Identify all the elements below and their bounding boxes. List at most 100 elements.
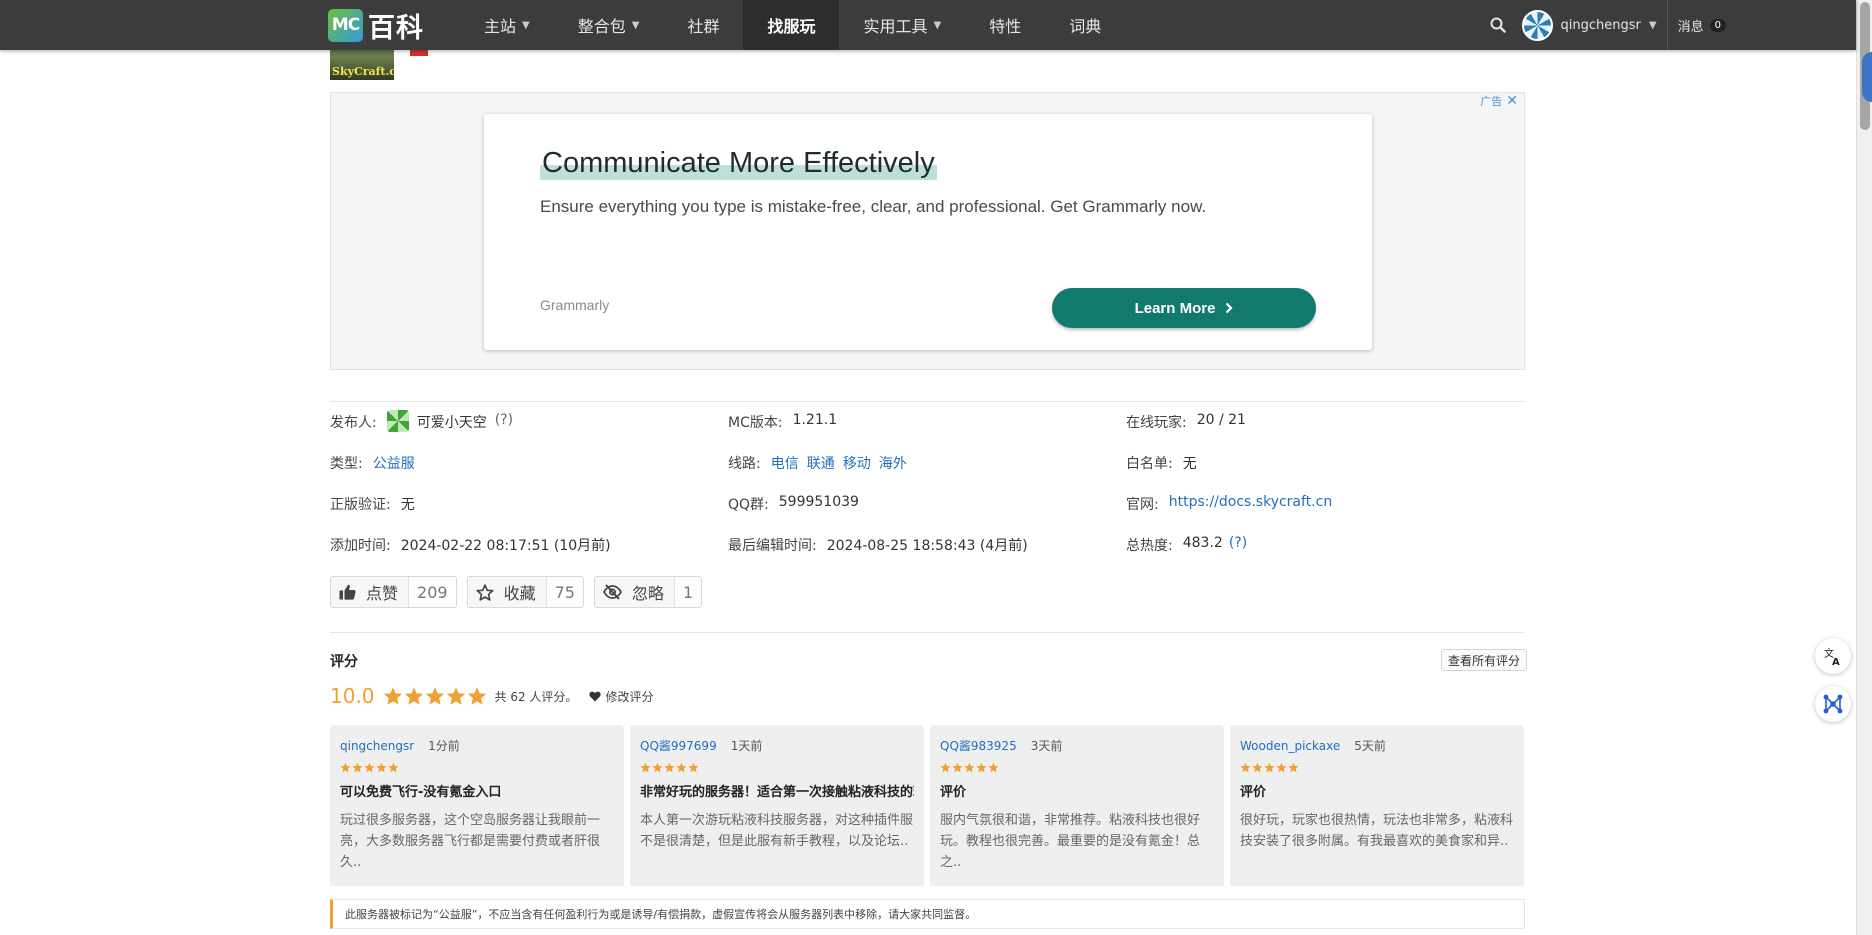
info-mc-version: MC版本: 1.21.1 [728, 412, 1126, 453]
rating-stars [383, 686, 487, 706]
view-all-ratings-button[interactable]: 查看所有评分 [1441, 649, 1528, 671]
heat-help[interactable]: (?) [1229, 535, 1247, 551]
nav-item-community[interactable]: 社群 [663, 0, 743, 50]
heart-icon [589, 691, 602, 701]
review-author[interactable]: QQ酱997699 [640, 737, 717, 754]
info-premium: 正版验证: 无 [330, 494, 728, 535]
star-icon [376, 762, 387, 773]
star-icon [664, 762, 675, 773]
info-website: 官网: https://docs.skycraft.cn [1126, 494, 1524, 535]
chevron-down-icon: ▼ [933, 19, 942, 31]
edit-rating-label: 修改评分 [605, 689, 654, 704]
close-icon[interactable]: ✕ [1506, 93, 1518, 109]
line-link-telecom[interactable]: 电信 [771, 453, 799, 473]
ignore-label: 忽略 [631, 584, 664, 603]
ad-badge[interactable]: 广告 ✕ [1480, 93, 1518, 109]
star-icon [640, 762, 651, 773]
ignore-count: 1 [682, 582, 694, 602]
messages-button[interactable]: 消息 0 [1666, 0, 1736, 50]
network-icon [1823, 694, 1843, 714]
review-author[interactable]: qingchengsr [340, 739, 414, 753]
review-stars [940, 762, 1214, 773]
line-link-overseas[interactable]: 海外 [879, 453, 907, 473]
translate-button[interactable]: 文A [1815, 638, 1851, 674]
nav-item-tools[interactable]: 实用工具 ▼ [839, 0, 965, 50]
info-heat: 总热度: 483.2 (?) [1126, 535, 1524, 576]
thumbs-up-icon [339, 584, 356, 600]
star-icon [364, 762, 375, 773]
logo-text: 百科 [368, 12, 424, 44]
line-link-mobile[interactable]: 移动 [843, 453, 871, 473]
ad-headline: Communicate More Effectively [540, 147, 937, 180]
site-logo[interactable]: MC 百科 [328, 7, 424, 44]
ad-badge-label: 广告 [1480, 95, 1503, 108]
review-header: QQ酱983925 3天前 [940, 737, 1214, 754]
server-info-grid: 发布人: 可爱小天空 (?) MC版本: 1.21.1 在线玩家: 20 / 2… [330, 410, 1525, 576]
advertisement: 广告 ✕ Communicate More Effectively Ensure… [330, 92, 1525, 370]
star-icon [988, 762, 999, 773]
nav-right: qingchengsr ▼ 消息 0 [1478, 0, 1736, 50]
info-added-time: 添加时间: 2024-02-22 08:17:51 (10月前) [330, 535, 728, 576]
ignore-button-main[interactable]: 忽略 [594, 577, 675, 607]
info-label: 线路: [728, 456, 761, 472]
review-card[interactable]: qingchengsr 1分前 可以免费飞行-没有氪金入口 玩过很多服务器，这个… [330, 725, 624, 886]
nav-item-label: 找服玩 [767, 17, 816, 36]
review-card[interactable]: Wooden_pickaxe 5天前 评价 很好玩，玩家也很热情，玩法也非常多，… [1230, 725, 1524, 886]
review-card[interactable]: QQ酱997699 1天前 非常好玩的服务器！适合第一次接触粘液科技的玩家 本人… [630, 725, 924, 886]
nav-item-dictionary[interactable]: 词典 [1045, 0, 1125, 50]
info-row: 添加时间: 2024-02-22 08:17:51 (10月前) 最后编辑时间:… [330, 535, 1525, 576]
nav-item-label: 特性 [989, 17, 1022, 36]
user-menu[interactable]: qingchengsr ▼ [1518, 0, 1667, 50]
chevron-down-icon: ▼ [631, 19, 640, 31]
publisher-help[interactable]: (?) [495, 412, 513, 428]
messages-count-badge: 0 [1709, 18, 1726, 32]
ad-learn-more-button[interactable]: Learn More [1052, 288, 1316, 328]
type-link[interactable]: 公益服 [373, 453, 415, 473]
nav-item-main-site[interactable]: 主站 ▼ [460, 0, 554, 50]
rating-summary: 10.0 共 62 人评分。 修改评分 [330, 684, 653, 708]
info-label: 添加时间: [330, 538, 391, 554]
star-icon [1240, 762, 1251, 773]
nav-item-modpacks[interactable]: 整合包 ▼ [554, 0, 664, 50]
network-button[interactable] [1815, 686, 1851, 722]
info-whitelist: 白名单: 无 [1126, 453, 1524, 494]
nav-item-label: 整合包 [577, 17, 626, 36]
star-icon [404, 687, 423, 705]
svg-text:A: A [1832, 657, 1840, 666]
review-card[interactable]: QQ酱983925 3天前 评价 服内气氛很和谐，非常推荐。粘液科技也很好玩。教… [930, 725, 1224, 886]
info-label: 官网: [1126, 497, 1159, 513]
ad-card[interactable]: Communicate More Effectively Ensure ever… [484, 114, 1372, 350]
review-body: 本人第一次游玩粘液科技服务器，对这种插件服不是很清楚，但是此服有新手教程，以及论… [640, 813, 914, 849]
nav-item-features[interactable]: 特性 [965, 0, 1045, 50]
review-body: 服内气氛很和谐，非常推荐。粘液科技也很好玩。教程也很完善。最重要的是没有氪金！总… [940, 813, 1201, 870]
info-type: 类型: 公益服 [330, 453, 728, 494]
review-author[interactable]: QQ酱983925 [940, 737, 1017, 754]
review-title: 评价 [1240, 785, 1267, 800]
info-value: 2024-08-25 18:58:43 (4月前) [826, 538, 1028, 554]
like-button[interactable]: 点赞 209 [330, 576, 457, 608]
edge-widget[interactable] [1862, 52, 1872, 102]
ignore-button[interactable]: 忽略 1 [593, 576, 703, 608]
search-button[interactable] [1478, 0, 1518, 50]
review-stars [640, 762, 914, 773]
review-author[interactable]: Wooden_pickaxe [1240, 739, 1340, 753]
info-label: QQ群: [728, 497, 769, 513]
nav-item-find-servers[interactable]: 找服玩 [743, 0, 840, 50]
info-value: 无 [1182, 456, 1197, 472]
edit-rating-button[interactable]: 修改评分 [589, 688, 653, 705]
favorite-button[interactable]: 收藏 75 [466, 576, 584, 608]
website-link[interactable]: https://docs.skycraft.cn [1169, 494, 1333, 510]
divider [330, 401, 1525, 402]
favorite-button-main[interactable]: 收藏 [467, 577, 547, 607]
publisher-name[interactable]: 可爱小天空 [417, 412, 487, 432]
review-title: 非常好玩的服务器！适合第一次接触粘液科技的玩家 [640, 785, 914, 800]
info-online-players: 在线玩家: 20 / 21 [1126, 412, 1524, 453]
like-button-main[interactable]: 点赞 [331, 577, 410, 607]
star-icon [1264, 762, 1275, 773]
publisher-avatar [386, 410, 409, 432]
review-time: 5天前 [1354, 739, 1386, 753]
translate-icon: 文A [1824, 647, 1840, 666]
review-stars [340, 762, 614, 773]
page-scrollbar[interactable] [1856, 0, 1872, 935]
line-link-unicom[interactable]: 联通 [807, 453, 835, 473]
